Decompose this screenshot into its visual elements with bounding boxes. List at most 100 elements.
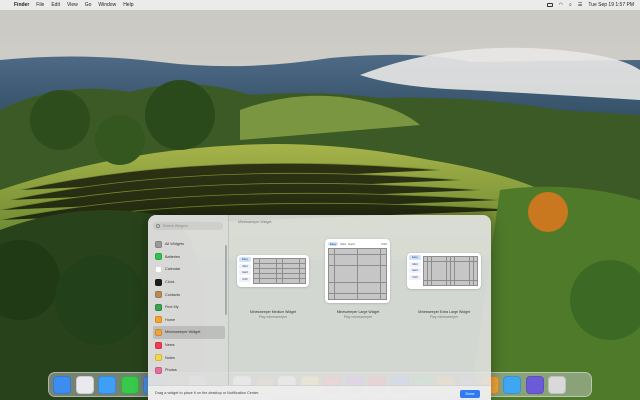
minesweeper-board[interactable] [328,248,387,300]
mine-cell[interactable] [329,260,335,266]
difficulty-medium-button[interactable]: Med [239,263,251,269]
mine-cell[interactable] [363,260,369,266]
mine-cell[interactable] [363,293,369,299]
mine-cell[interactable] [351,293,358,299]
minesweeper-extra-large-widget[interactable]: Easy Med Hard 0/10 [407,253,481,289]
menu-help[interactable]: Help [123,2,133,8]
mine-cell[interactable] [271,278,277,283]
mine-cell[interactable] [340,260,346,266]
mine-cell[interactable] [473,271,477,276]
widget-category-item[interactable]: Notes [153,351,225,364]
mine-cell[interactable] [259,268,266,274]
sidebar-scrollbar[interactable] [225,245,227,315]
menu-edit[interactable]: Edit [51,2,60,8]
widget-category-item[interactable]: Calendar [153,263,225,276]
mine-cell[interactable] [276,273,283,279]
launchpad-icon[interactable] [75,376,94,394]
mine-cell[interactable] [357,260,364,266]
mine-cell[interactable] [254,273,260,279]
minesweeper-board[interactable] [253,258,306,284]
mine-cell[interactable] [351,276,358,283]
mine-cell[interactable] [374,271,381,277]
mine-cell[interactable] [340,282,346,288]
widget-category-item[interactable]: Home [153,314,225,327]
mine-cell[interactable] [369,288,375,294]
mine-cell[interactable] [351,249,358,255]
mine-cell[interactable] [259,263,266,269]
mine-cell[interactable] [254,259,260,264]
mine-cell[interactable] [380,260,386,266]
difficulty-hard-button[interactable]: Hard [348,242,355,246]
trash-icon[interactable] [548,376,566,394]
mine-cell[interactable] [369,265,375,271]
mine-cell[interactable] [288,268,294,274]
mine-cell[interactable] [271,263,277,269]
mine-cell[interactable] [357,288,364,294]
widget-category-item[interactable]: Photos [153,364,225,377]
mine-cell[interactable] [380,282,386,288]
mine-cell[interactable] [299,273,305,279]
widget-category-item[interactable]: Contacts [153,288,225,301]
mine-cell[interactable] [369,271,375,277]
mine-cell[interactable] [276,268,283,274]
mine-cell[interactable] [334,293,341,299]
mine-cell[interactable] [473,266,477,271]
mine-cell[interactable] [265,259,271,264]
mine-cell[interactable] [346,276,352,283]
mine-cell[interactable] [346,293,352,299]
mine-cell[interactable] [351,288,358,294]
widget-category-item[interactable]: News [153,339,225,352]
mine-cell[interactable] [276,263,283,269]
mine-cell[interactable] [357,271,364,277]
mine-cell[interactable] [265,278,271,283]
mine-cell[interactable] [357,276,364,283]
mine-cell[interactable] [473,275,477,281]
mine-cell[interactable] [363,288,369,294]
mine-cell[interactable] [369,276,375,283]
mine-cell[interactable] [351,265,358,271]
mine-cell[interactable] [346,249,352,255]
minesweeper-medium-widget[interactable]: Easy Med Hard 0/10 [237,255,309,287]
mine-cell[interactable] [299,259,305,264]
done-button[interactable]: Done [460,389,480,398]
mine-cell[interactable] [357,265,364,271]
safari-icon[interactable] [98,376,116,394]
mine-cell[interactable] [357,282,364,288]
menu-window[interactable]: Window [98,2,116,8]
mine-cell[interactable] [288,273,294,279]
mine-cell[interactable] [357,254,364,260]
mine-cell[interactable] [288,278,294,283]
mine-cell[interactable] [265,268,271,274]
mine-cell[interactable] [254,278,260,283]
difficulty-easy-button[interactable]: Easy [239,257,251,262]
difficulty-hard-button[interactable]: Hard [239,270,251,275]
mine-cell[interactable] [369,293,375,299]
menu-view[interactable]: View [67,2,78,8]
mine-cell[interactable] [259,278,266,283]
mine-cell[interactable] [276,278,283,283]
mine-cell[interactable] [254,268,260,274]
menu-go[interactable]: Go [85,2,92,8]
mine-cell[interactable] [374,249,381,255]
mine-cell[interactable] [357,293,364,299]
mine-cell[interactable] [329,249,335,255]
mine-cell[interactable] [369,249,375,255]
mine-cell[interactable] [334,271,341,277]
mine-cell[interactable] [374,282,381,288]
mine-cell[interactable] [346,254,352,260]
battery-status-icon[interactable] [546,3,553,7]
mine-cell[interactable] [282,278,288,283]
mine-cell[interactable] [254,263,260,269]
widget-search-field[interactable]: Search Widgets [153,222,223,230]
mine-cell[interactable] [363,249,369,255]
menu-clock[interactable]: Tue Sep 19 1:57 PM [588,2,634,8]
mine-cell[interactable] [374,254,381,260]
mine-cell[interactable] [282,273,288,279]
mine-cell[interactable] [473,261,477,267]
mine-cell[interactable] [369,260,375,266]
mine-cell[interactable] [363,276,369,283]
mine-cell[interactable] [357,249,364,255]
mine-cell[interactable] [334,254,341,260]
mine-cell[interactable] [380,293,386,299]
mine-cell[interactable] [380,271,386,277]
